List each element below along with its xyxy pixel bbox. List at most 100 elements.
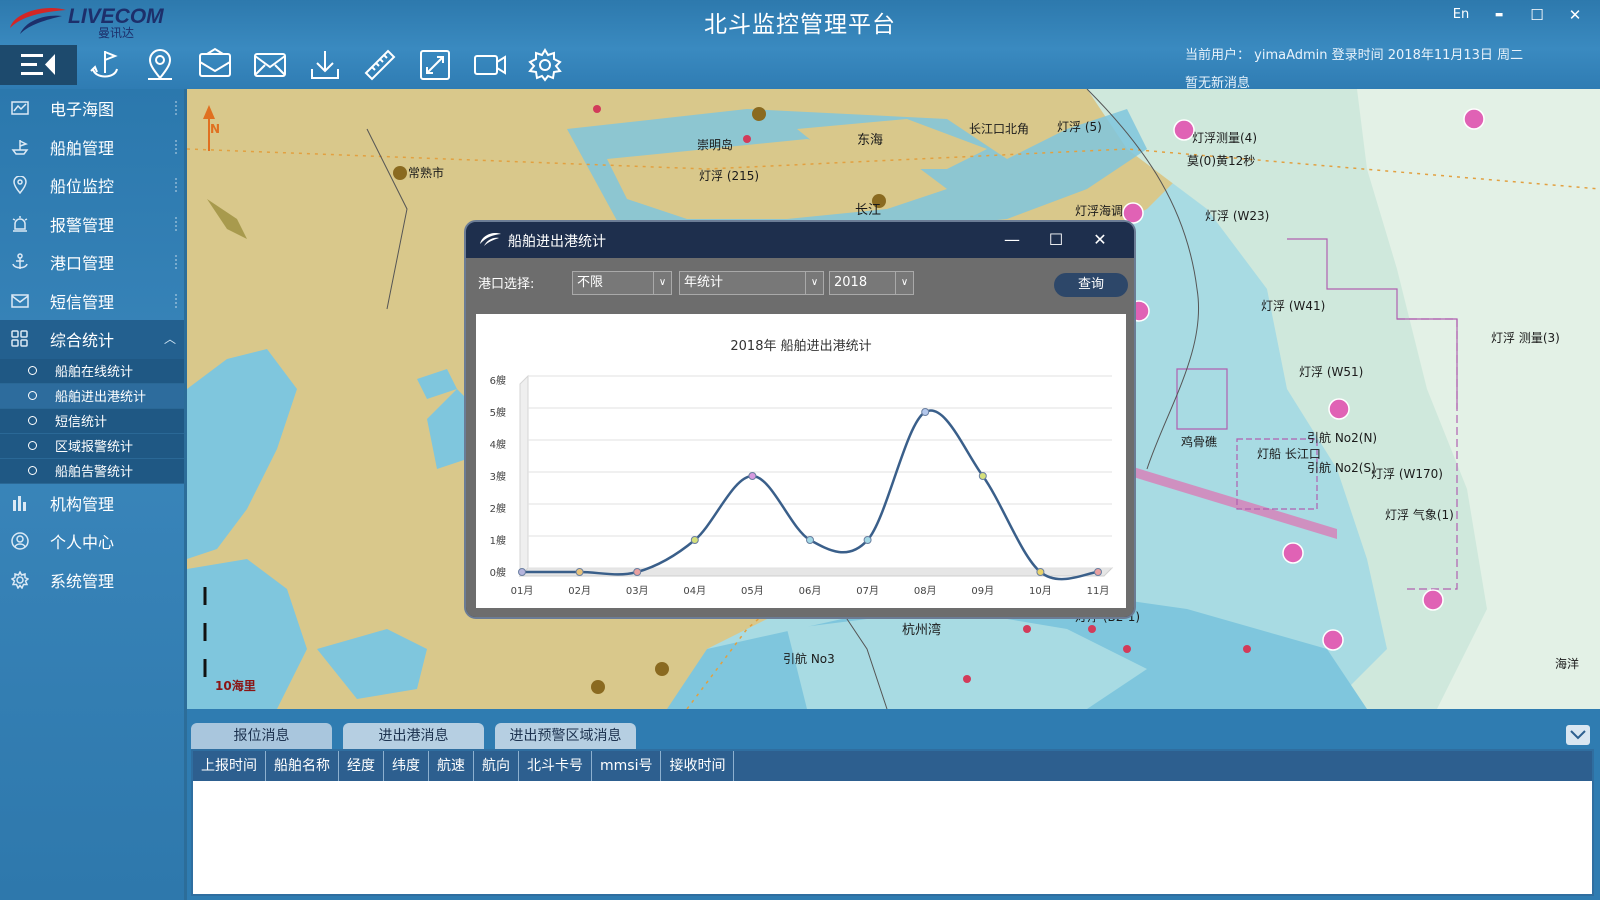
tool-download-button[interactable] bbox=[297, 43, 352, 86]
minimize-button[interactable]: ▬ bbox=[1480, 2, 1518, 28]
tool-video-button[interactable] bbox=[462, 43, 517, 86]
data-point[interactable] bbox=[921, 408, 930, 416]
map-label: 灯浮 测量(3) bbox=[1491, 331, 1560, 345]
dialog-titlebar[interactable]: 船舶进出港统计 — ☐ ✕ bbox=[466, 222, 1134, 258]
x-tick-label: 11月 bbox=[1087, 585, 1110, 597]
location-icon bbox=[10, 175, 30, 195]
year-select[interactable]: 2018 ∨ bbox=[829, 271, 914, 295]
maximize-button[interactable]: ☐ bbox=[1518, 2, 1556, 28]
y-tick-label: 2艘 bbox=[490, 502, 506, 515]
tool-inbox-button[interactable] bbox=[187, 43, 242, 86]
port-select[interactable]: 不限 ∨ bbox=[572, 271, 672, 295]
y-tick-label: 0艘 bbox=[490, 566, 506, 579]
period-select[interactable]: 年统计 ∨ bbox=[679, 271, 824, 295]
dialog-body: 2018年 船舶进出港统计 0艘 1艘 2艘 3艘 4艘 5艘 6艘 01月 02月 03月 04… bbox=[466, 308, 1134, 617]
tool-settings-button[interactable] bbox=[517, 43, 572, 86]
data-point[interactable] bbox=[978, 472, 987, 480]
column-header[interactable]: 上报时间 bbox=[193, 751, 266, 781]
column-header[interactable]: 北斗卡号 bbox=[519, 751, 592, 781]
mail-icon bbox=[10, 291, 30, 311]
sidebar-item-position-monitor[interactable]: 船位监控 bbox=[0, 166, 184, 205]
data-point[interactable] bbox=[575, 568, 584, 576]
query-button[interactable]: 查询 bbox=[1054, 273, 1128, 297]
sidebar-item-label: 港口管理 bbox=[50, 254, 115, 274]
north-indicator: N bbox=[210, 122, 221, 136]
close-button[interactable]: ✕ bbox=[1556, 2, 1594, 28]
map-label: 引航 No3 bbox=[783, 652, 835, 666]
building-icon bbox=[10, 493, 30, 513]
map-label: 灯浮 (5) bbox=[1057, 120, 1102, 134]
submenu-item-port-entry-stats[interactable]: 船舶进出港统计 bbox=[0, 383, 184, 409]
data-point[interactable] bbox=[1036, 568, 1045, 576]
dialog-close-button[interactable]: ✕ bbox=[1078, 228, 1122, 252]
language-button[interactable]: En bbox=[1442, 2, 1480, 28]
tab-port-entry-exit[interactable]: 进出港消息 bbox=[343, 723, 484, 749]
sidebar-item-statistics[interactable]: 综合统计 ︿ bbox=[0, 320, 184, 359]
tab-position-report[interactable]: 报位消息 bbox=[191, 723, 332, 749]
anchor-icon bbox=[89, 50, 118, 77]
data-point[interactable] bbox=[690, 536, 699, 544]
sidebar-item-sms-management[interactable]: 短信管理 bbox=[0, 282, 184, 321]
toolbar bbox=[0, 43, 572, 86]
menu-toggle-button[interactable] bbox=[0, 44, 77, 85]
x-tick-label: 01月 bbox=[511, 585, 534, 597]
map-label: 引航 No2(S) bbox=[1307, 461, 1376, 475]
envelope-icon bbox=[253, 52, 286, 77]
sidebar-item-personal-center[interactable]: 个人中心 bbox=[0, 522, 184, 561]
ruler-icon bbox=[364, 49, 395, 80]
column-header[interactable]: 船舶名称 bbox=[266, 751, 339, 781]
map-label: 灯浮 (W41) bbox=[1261, 299, 1326, 313]
data-point[interactable] bbox=[806, 536, 814, 544]
column-header[interactable]: mmsi号 bbox=[592, 751, 662, 781]
tool-message-button[interactable] bbox=[242, 43, 297, 86]
sidebar-item-alarm-management[interactable]: 报警管理 bbox=[0, 205, 184, 244]
y-tick-label: 6艘 bbox=[490, 374, 506, 387]
sidebar-item-system-management[interactable]: 系统管理 bbox=[0, 561, 184, 600]
tab-warning-zone[interactable]: 进出预警区域消息 bbox=[495, 723, 636, 749]
data-point[interactable] bbox=[1094, 568, 1102, 576]
sidebar-item-organization[interactable]: 机构管理 bbox=[0, 484, 184, 523]
column-header[interactable]: 航速 bbox=[429, 751, 474, 781]
submenu-item-area-alarm-stats[interactable]: 区域报警统计 bbox=[0, 434, 184, 459]
tool-anchor-button[interactable] bbox=[77, 43, 132, 86]
dialog-maximize-button[interactable]: ☐ bbox=[1034, 228, 1078, 252]
submenu-item-ship-alert-stats[interactable]: 船舶告警统计 bbox=[0, 459, 184, 484]
submenu-item-sms-stats[interactable]: 短信统计 bbox=[0, 409, 184, 434]
column-header[interactable]: 航向 bbox=[474, 751, 519, 781]
map-label: 杭州湾 bbox=[902, 623, 942, 638]
data-point[interactable] bbox=[863, 536, 872, 544]
chart-x-axis: 01月 02月 03月 04月 05月 06月 07月 08月 09月 10月 11月 bbox=[511, 585, 1110, 597]
map-label: 灯浮 (W51) bbox=[1299, 365, 1364, 379]
sidebar-item-label: 短信管理 bbox=[50, 292, 115, 312]
sidebar-item-label: 报警管理 bbox=[50, 215, 115, 235]
y-tick-label: 4艘 bbox=[490, 438, 506, 451]
sidebar-item-ship-management[interactable]: 船舶管理 bbox=[0, 128, 184, 167]
map-label: 常熟市 bbox=[408, 166, 445, 180]
panel-collapse-button[interactable] bbox=[1566, 725, 1590, 745]
fullscreen-icon bbox=[419, 49, 450, 80]
column-header[interactable]: 接收时间 bbox=[661, 751, 735, 781]
dialog-minimize-button[interactable]: — bbox=[990, 228, 1034, 252]
tool-fullscreen-button[interactable] bbox=[407, 43, 462, 86]
envelope-open-icon bbox=[198, 47, 231, 77]
port-stats-dialog: 船舶进出港统计 — ☐ ✕ 港口选择: 不限 ∨ 年统计 ∨ 2018 ∨ 查询… bbox=[464, 220, 1136, 619]
data-point[interactable] bbox=[518, 568, 526, 576]
video-icon bbox=[473, 54, 506, 75]
tool-location-button[interactable] bbox=[132, 43, 187, 86]
line-chart: 2018年 船舶进出港统计 0艘 1艘 2艘 3艘 4艘 5艘 6艘 01月 02月 03月 04… bbox=[490, 338, 1114, 597]
map-label: 灯浮海调 bbox=[1075, 204, 1124, 218]
dialog-window-controls: — ☐ ✕ bbox=[990, 228, 1122, 252]
column-header[interactable]: 经度 bbox=[339, 751, 384, 781]
submenu-item-online-stats[interactable]: 船舶在线统计 bbox=[0, 359, 184, 384]
data-point[interactable] bbox=[748, 472, 757, 480]
y-tick-label: 3艘 bbox=[490, 470, 506, 483]
chevron-down-icon: ∨ bbox=[895, 272, 913, 294]
sidebar-item-port-management[interactable]: 港口管理 bbox=[0, 243, 184, 282]
app-title: 北斗监控管理平台 bbox=[704, 12, 896, 38]
port-select-label: 港口选择: bbox=[478, 277, 535, 292]
data-point[interactable] bbox=[633, 568, 642, 576]
column-header[interactable]: 纬度 bbox=[384, 751, 429, 781]
tool-ruler-button[interactable] bbox=[352, 43, 407, 86]
series-line bbox=[521, 409, 1099, 581]
sidebar-item-e-chart[interactable]: 电子海图 bbox=[0, 89, 184, 128]
